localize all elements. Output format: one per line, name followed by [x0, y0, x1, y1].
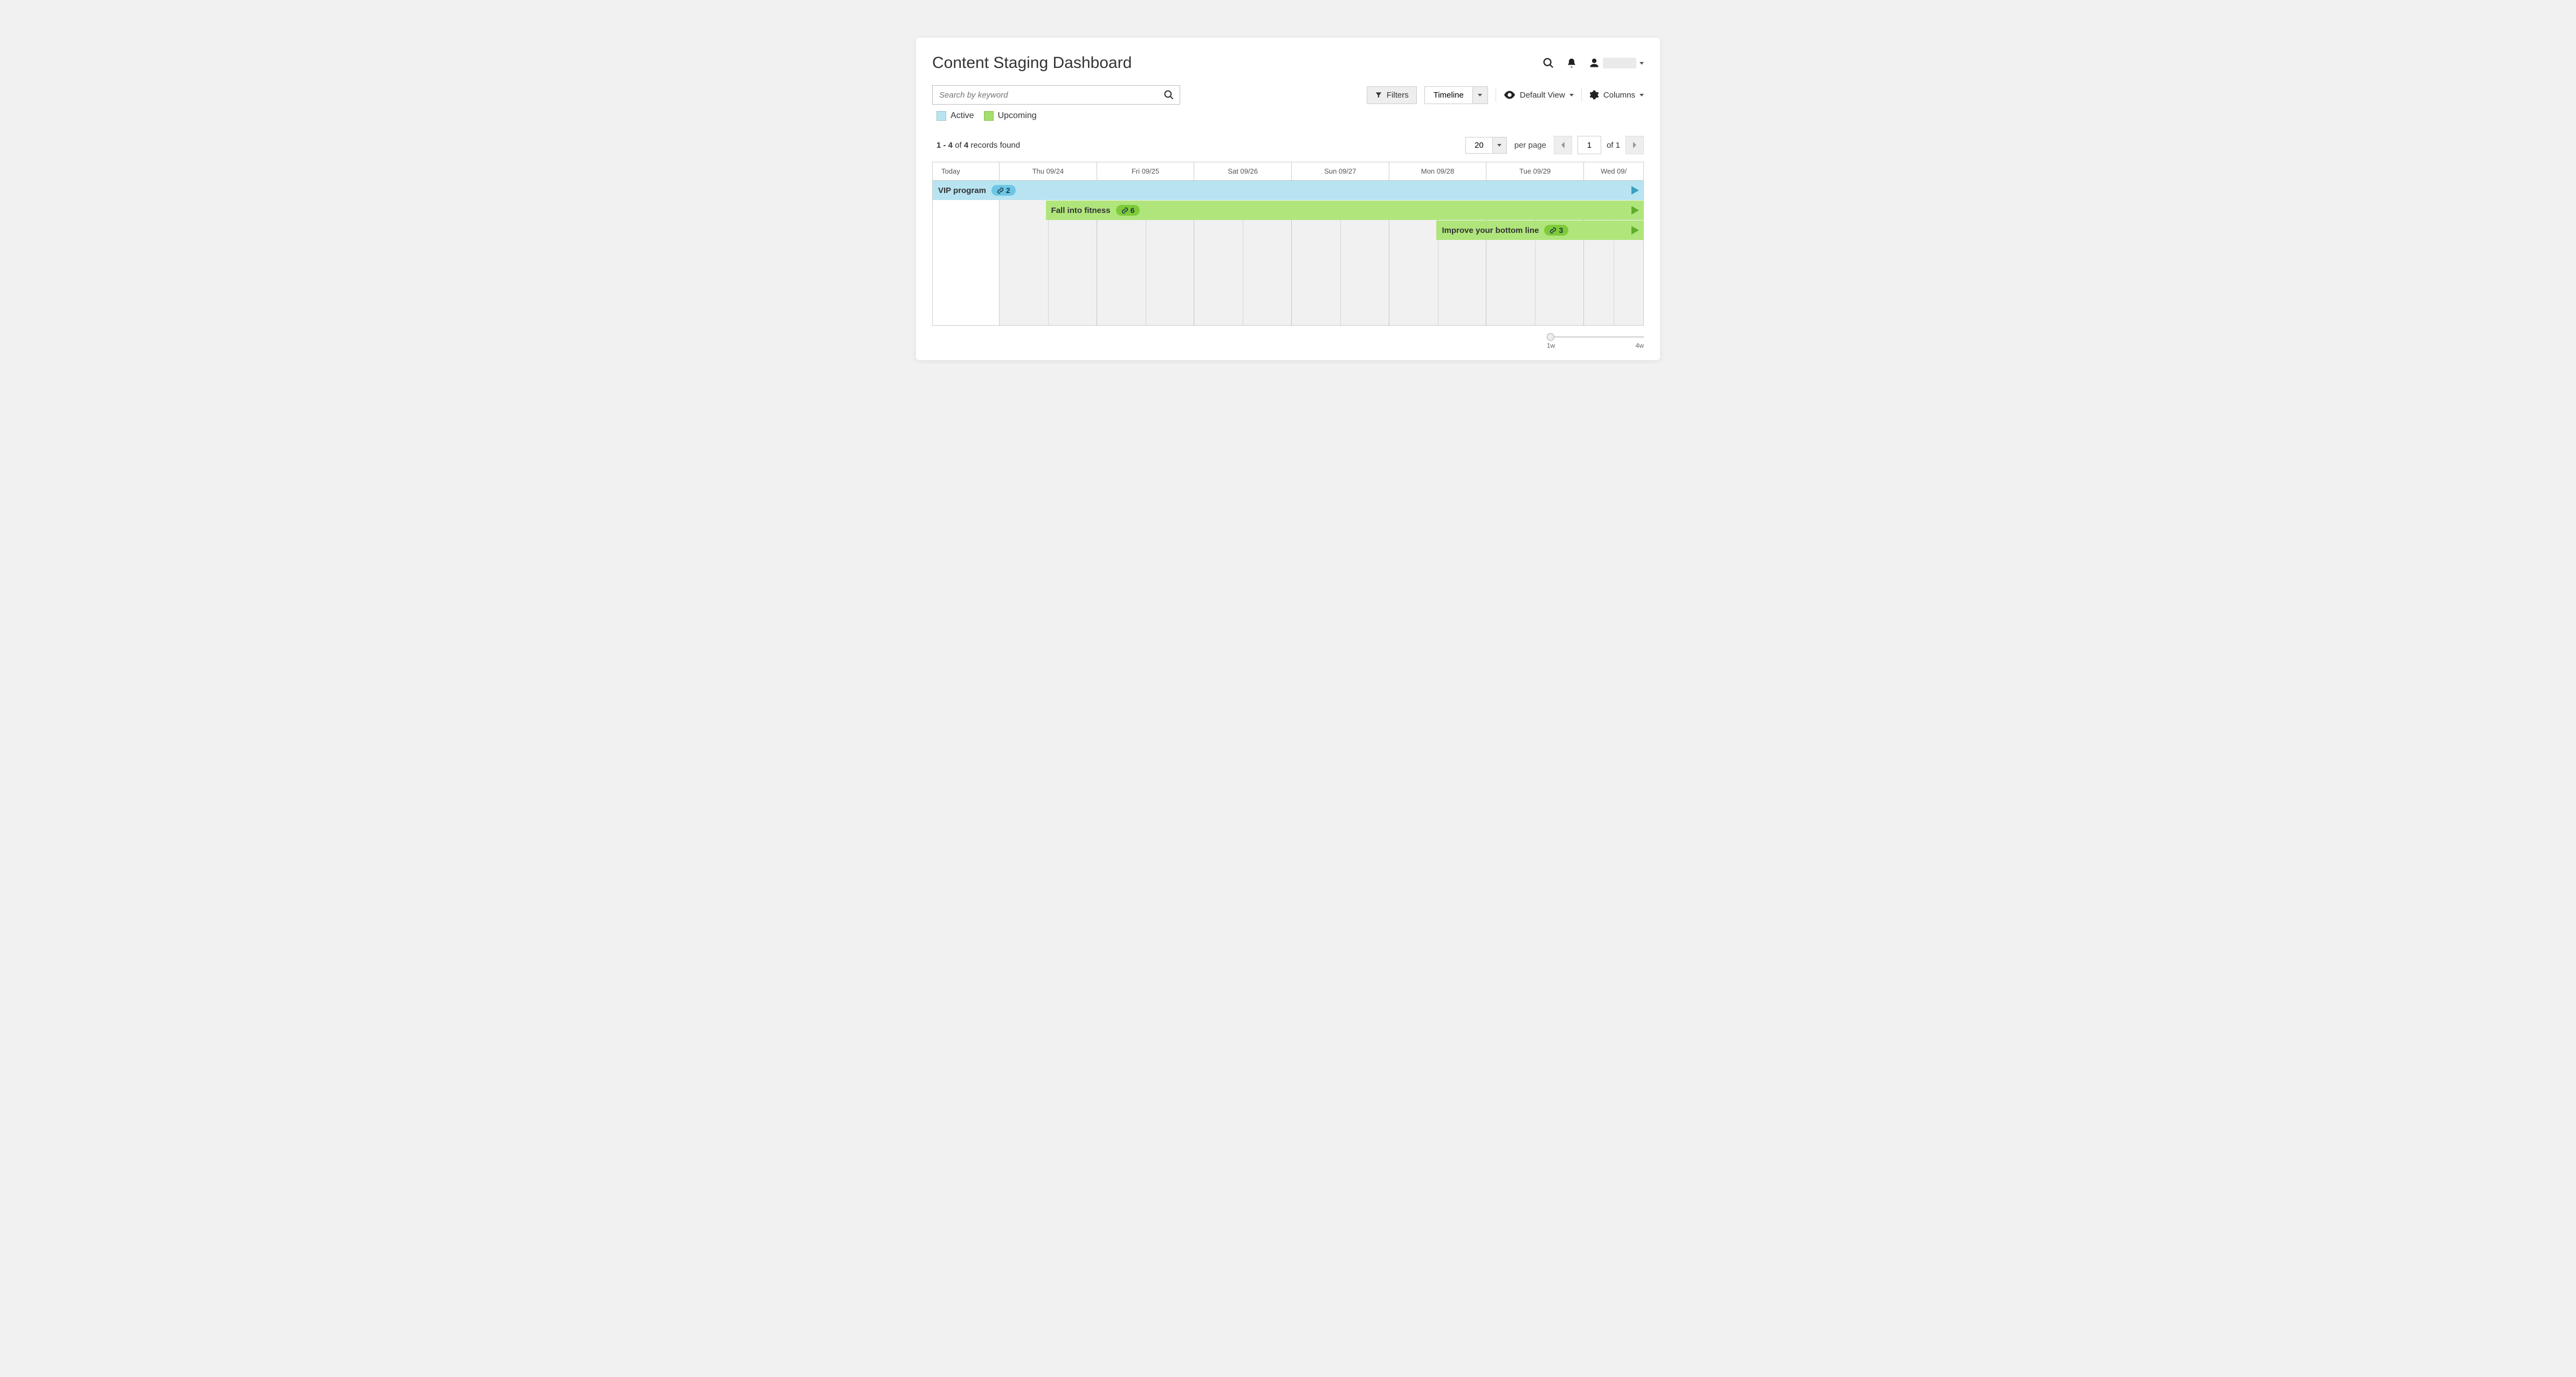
records-total: 4: [964, 141, 968, 150]
columns-label: Columns: [1603, 91, 1635, 100]
legend-active: Active: [936, 111, 974, 121]
filters-label: Filters: [1387, 91, 1409, 100]
notifications-icon[interactable]: [1566, 58, 1577, 68]
arrow-right-icon: [1631, 226, 1639, 235]
pager-row: 1 - 4 of 4 records found 20 per page of …: [932, 136, 1644, 154]
swatch-active: [936, 111, 946, 121]
zoom-handle[interactable]: [1547, 333, 1554, 341]
search-box: [932, 85, 1180, 105]
next-page-button[interactable]: [1626, 136, 1644, 154]
timeline-event-bar[interactable]: Fall into fitness 6: [1046, 201, 1643, 220]
per-page-value: 20: [1465, 137, 1493, 154]
per-page-select[interactable]: 20: [1465, 137, 1507, 154]
timeline-col-day: Fri 09/25: [1097, 162, 1195, 181]
funnel-icon: [1375, 91, 1382, 99]
timeline-col-day: Wed 09/: [1584, 162, 1643, 181]
gear-icon: [1589, 90, 1599, 100]
header-actions: admin: [1542, 57, 1644, 69]
page-title: Content Staging Dashboard: [932, 54, 1132, 72]
eye-icon: [1504, 91, 1516, 99]
timeline-col-day: Thu 09/24: [1000, 162, 1097, 181]
zoom-min-label: 1w: [1547, 342, 1555, 349]
zoom-max-label: 4w: [1636, 342, 1644, 349]
legend-active-label: Active: [950, 111, 974, 121]
zoom-labels: 1w 4w: [1547, 342, 1644, 349]
records-found: 1 - 4 of 4 records found: [932, 141, 1020, 150]
of-pages: of 1: [1607, 141, 1620, 150]
page-input[interactable]: [1578, 136, 1601, 154]
columns-button[interactable]: Columns: [1589, 90, 1644, 100]
chevron-down-icon: [1640, 94, 1644, 97]
swatch-upcoming: [984, 111, 994, 121]
search-icon[interactable]: [1542, 57, 1554, 69]
link-icon: [1549, 227, 1556, 234]
link-icon: [1121, 207, 1128, 214]
timeline-col-day: Sun 09/27: [1292, 162, 1389, 181]
search-submit-icon[interactable]: [1158, 89, 1180, 100]
default-view-label: Default View: [1520, 91, 1565, 100]
user-icon: [1589, 58, 1600, 68]
zoom-track: [1547, 336, 1644, 338]
chevron-left-icon: [1560, 142, 1566, 148]
toolbar-row: Filters Timeline Default View Columns: [932, 85, 1644, 105]
timeline-header: Today Thu 09/24Fri 09/25Sat 09/26Sun 09/…: [933, 162, 1643, 181]
event-title: Improve your bottom line: [1442, 226, 1539, 235]
toolbar-right: Filters Timeline Default View Columns: [1367, 86, 1644, 104]
pager-right: 20 per page of 1: [1465, 136, 1644, 154]
chevron-down-icon: [1569, 94, 1574, 97]
chevron-right-icon: [1632, 142, 1637, 148]
divider: [1581, 88, 1582, 102]
filters-button[interactable]: Filters: [1367, 86, 1417, 104]
event-count-badge: 3: [1544, 225, 1568, 236]
dashboard-card: Content Staging Dashboard admin: [916, 38, 1660, 360]
timeline: Today Thu 09/24Fri 09/25Sat 09/26Sun 09/…: [932, 162, 1644, 326]
timeline-col-day: Tue 09/29: [1486, 162, 1584, 181]
event-title: Fall into fitness: [1051, 206, 1111, 215]
arrow-right-icon: [1631, 206, 1639, 215]
user-menu[interactable]: admin: [1589, 58, 1644, 68]
timeline-col-today: Today: [933, 162, 1000, 181]
user-name: admin: [1603, 58, 1636, 68]
timeline-body[interactable]: VIP program 2 Fall into fitness 6 Improve yo…: [933, 181, 1643, 325]
timeline-col-day: Sat 09/26: [1194, 162, 1292, 181]
prev-page-button[interactable]: [1554, 136, 1572, 154]
view-mode-select[interactable]: Timeline: [1424, 86, 1488, 104]
event-count-badge: 2: [991, 185, 1016, 196]
chevron-down-icon: [1640, 62, 1644, 65]
timeline-col-day: Mon 09/28: [1389, 162, 1487, 181]
arrow-right-icon: [1631, 186, 1639, 195]
page-nav: of 1: [1554, 136, 1644, 154]
legend-upcoming-label: Upcoming: [998, 111, 1037, 121]
link-icon: [997, 187, 1004, 194]
zoom-row: 1w 4w: [932, 332, 1644, 349]
per-page-toggle[interactable]: [1493, 137, 1507, 154]
view-mode-toggle[interactable]: [1473, 86, 1488, 104]
default-view-button[interactable]: Default View: [1504, 91, 1574, 100]
records-range: 1 - 4: [936, 141, 953, 150]
chevron-down-icon: [1478, 94, 1482, 97]
timeline-event-bar[interactable]: VIP program 2: [933, 181, 1643, 200]
chevron-down-icon: [1497, 144, 1501, 147]
legend: Active Upcoming: [932, 111, 1644, 121]
per-page-label: per page: [1514, 141, 1546, 150]
timeline-event-bar[interactable]: Improve your bottom line 3: [1436, 221, 1643, 240]
timeline-bars: VIP program 2 Fall into fitness 6 Improve yo…: [933, 181, 1643, 325]
view-mode-label: Timeline: [1424, 86, 1473, 104]
search-input[interactable]: [933, 91, 1158, 100]
event-title: VIP program: [938, 186, 986, 195]
header-row: Content Staging Dashboard admin: [932, 54, 1644, 72]
zoom-slider[interactable]: 1w 4w: [1547, 332, 1644, 349]
legend-upcoming: Upcoming: [984, 111, 1037, 121]
event-count-badge: 6: [1116, 205, 1140, 216]
